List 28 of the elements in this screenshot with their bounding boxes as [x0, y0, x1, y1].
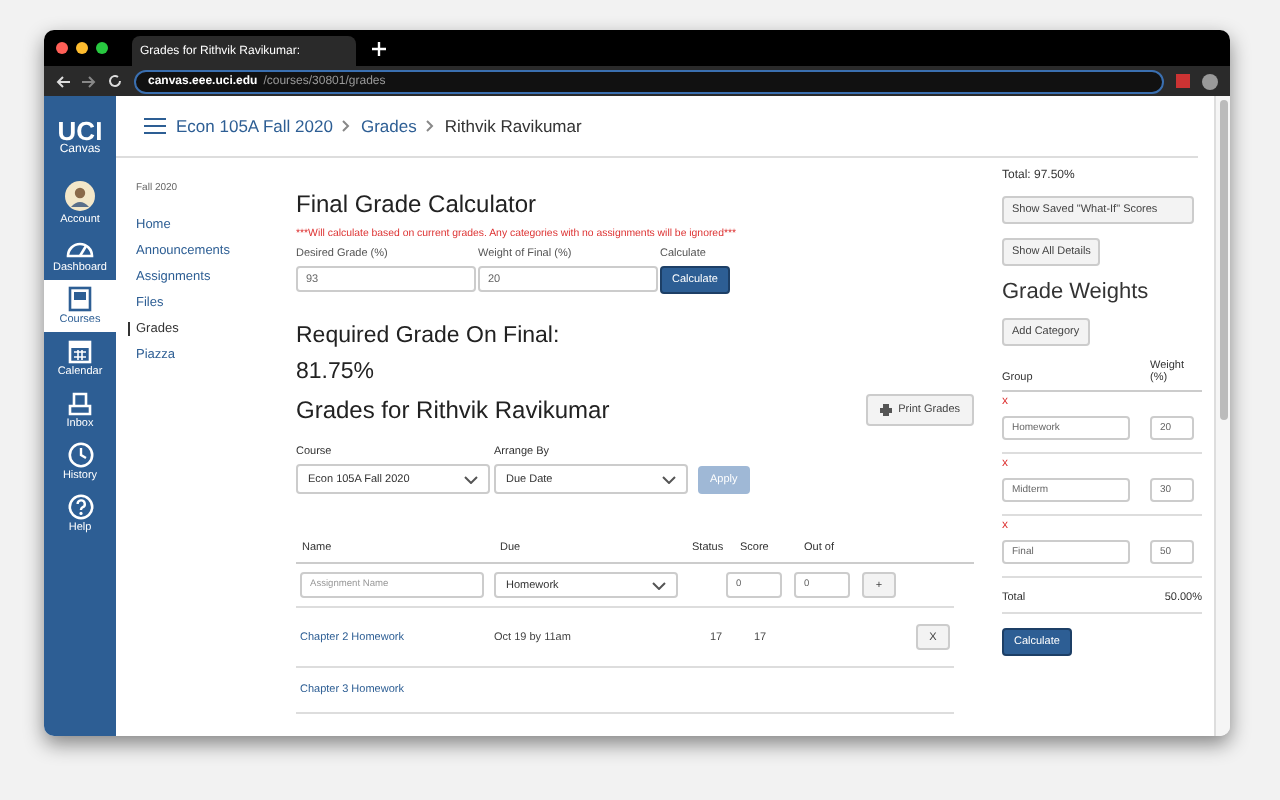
weights-heading: Grade Weights	[1002, 280, 1149, 304]
forward-icon[interactable]	[82, 75, 96, 87]
chevron-icon	[426, 120, 435, 132]
caret-icon	[662, 475, 676, 483]
new-tab-icon[interactable]	[372, 41, 386, 55]
breadcrumb-link[interactable]: Grades	[360, 116, 417, 136]
grades-heading: Grades for Rithvik Ravikumar	[296, 396, 610, 424]
maximize-window-button[interactable]	[96, 42, 108, 54]
menu-icon[interactable]	[144, 118, 166, 134]
chevron-icon	[342, 120, 351, 132]
help-icon	[67, 494, 93, 520]
result-heading: Required Grade On Final:	[296, 322, 562, 352]
inbox-icon	[68, 391, 92, 415]
result-value: 81.75%	[296, 358, 377, 388]
calculator-heading: Final Grade Calculator	[296, 190, 539, 218]
breadcrumb-current: Rithvik Ravikumar	[444, 116, 582, 136]
breadcrumb-link[interactable]: Econ 105A Fall 2020	[176, 116, 333, 136]
profile-avatar-icon[interactable]	[1202, 73, 1218, 89]
book-icon	[68, 286, 92, 312]
caret-icon	[652, 581, 666, 589]
minimize-window-button[interactable]	[76, 42, 88, 54]
reload-icon[interactable]	[108, 74, 122, 88]
calendar-icon	[68, 339, 92, 363]
caret-icon	[464, 475, 478, 483]
back-icon[interactable]	[56, 75, 70, 87]
avatar-icon	[64, 179, 96, 211]
close-window-button[interactable]	[56, 42, 68, 54]
clock-icon	[67, 442, 93, 468]
